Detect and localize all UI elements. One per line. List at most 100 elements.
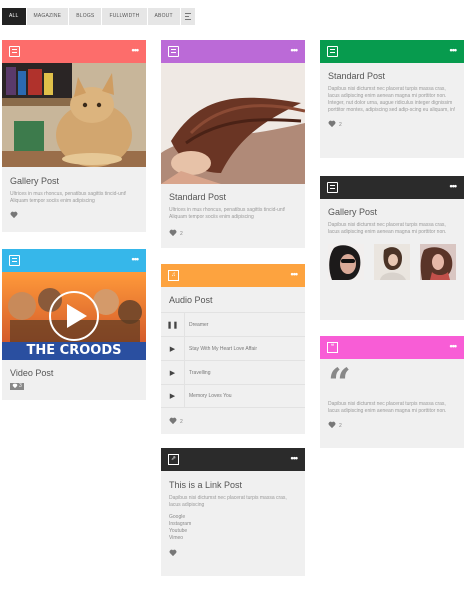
link-list: Google Instagram Youtube Vimeo [161,514,305,542]
post-title[interactable]: Standard Post [320,71,464,81]
filter-fullwidth[interactable]: Fullwidth [102,8,147,25]
heart-icon [12,384,17,389]
likes-badge[interactable]: 3 [10,383,24,390]
post-excerpt: Dapibus nisi dictumst nec placerat turpi… [328,86,447,99]
more-icon[interactable]: ••• [132,254,140,264]
standard-post-card[interactable]: ••• Standard Post Ultrices in mus rhoncu… [161,40,305,248]
pause-icon[interactable]: ❚❚ [161,313,185,336]
audio-post-card[interactable]: ♫ ••• Audio Post ❚❚ Dreamer ▶ Stay With … [161,264,305,434]
post-excerpt: Ultrices in mus rhoncus, penatibus sagit… [10,191,127,204]
post-meta: 2 [161,418,305,425]
music-icon: ♫ [168,270,179,281]
card-header: ••• [2,249,146,272]
more-icon[interactable]: ••• [132,45,140,55]
audio-track[interactable]: ▶ Memory Loves You [161,384,305,408]
standard-post-card[interactable]: ••• Standard Post Dapibus nisi dictumst … [320,40,464,158]
gallery-thumbnail[interactable] [374,244,410,280]
post-excerpt: Dapibus nisi dictumst nec placerat turpi… [328,222,447,235]
more-icon[interactable]: ••• [450,45,458,55]
audio-track[interactable]: ▶ Stay With My Heart Love Affair [161,336,305,360]
card-header: ⇗ ••• [161,448,305,471]
link-google[interactable]: Google [169,514,297,521]
audio-track[interactable]: ▶ Travelling [161,360,305,384]
post-meta: 2 [320,121,464,128]
link-icon: ⇗ [168,454,179,465]
menu-lines-icon[interactable] [180,8,195,25]
gallery-thumbnails [320,244,464,280]
likes-count: 3 [19,383,22,389]
post-title[interactable]: Standard Post [161,192,305,202]
track-name: Dreamer [189,321,209,328]
heart-icon[interactable] [328,422,335,429]
audio-track[interactable]: ❚❚ Dreamer [161,312,305,336]
gallery-post-card[interactable]: ••• Gallery Post Ultrices in mus rhoncus… [2,40,146,232]
more-icon[interactable]: ••• [291,269,299,279]
post-excerpt: Dapibus nisi dictumst nec placerat turpi… [328,401,447,414]
likes-count: 2 [180,418,183,425]
track-name: Stay With My Heart Love Affair [189,345,257,352]
quote-icon: ❝ [327,342,338,353]
card-header: ••• [320,40,464,63]
track-name: Memory Loves You [189,393,232,399]
post-meta [2,212,146,219]
document-icon [168,46,179,57]
gallery-post-card[interactable]: ••• Gallery Post Dapibus nisi dictumst n… [320,176,464,320]
link-post-card[interactable]: ⇗ ••• This is a Link Post Dapibus nisi d… [161,448,305,576]
post-title[interactable]: Video Post [2,368,146,378]
more-icon[interactable]: ••• [450,341,458,351]
cat-photo [2,63,146,167]
audio-playlist: ❚❚ Dreamer ▶ Stay With My Heart Love Aff… [161,312,305,408]
filter-about[interactable]: About [147,8,180,25]
card-header: ❝ ••• [320,336,464,359]
filter-blogs[interactable]: Blogs [69,8,102,25]
heart-icon[interactable] [10,212,17,219]
gallery-thumbnail[interactable] [420,244,456,280]
heart-icon[interactable] [169,230,176,237]
post-excerpt: Dapibus nisi dictumst nec placerat turpi… [169,495,287,508]
card-header: ••• [161,40,305,63]
post-title[interactable]: This is a Link Post [161,480,305,490]
card-header: ♫ ••• [161,264,305,287]
play-icon[interactable]: ▶ [161,384,185,408]
play-icon[interactable]: ▶ [161,337,185,360]
card-header: ••• [320,176,464,199]
post-meta [161,550,305,557]
link-youtube[interactable]: Youtube [169,528,297,535]
quote-mark-icon: “ [328,360,352,407]
more-icon[interactable]: ••• [291,45,299,55]
heart-icon[interactable] [328,121,335,128]
hair-photo [161,63,305,184]
post-excerpt-2: Integer, nut dolor urna, augue ridiculus… [328,100,456,113]
play-icon[interactable]: ▶ [161,361,185,384]
card-header: ••• [2,40,146,63]
filter-bar: All Magazine Blogs Fullwidth About [2,8,195,25]
gallery-thumbnail[interactable] [328,244,364,280]
likes-count: 2 [180,230,183,237]
quote-post-card[interactable]: ❝ ••• “ Dapibus nisi dictumst nec placer… [320,336,464,448]
post-title[interactable]: Gallery Post [2,176,146,186]
post-title[interactable]: Audio Post [161,295,305,305]
link-instagram[interactable]: Instagram [169,521,297,528]
video-poster-title: THE CROODS [26,343,122,358]
play-icon [9,255,20,266]
post-excerpt: Ultrices in mus rhoncus, penatibus sagit… [169,207,286,220]
video-post-card[interactable]: ••• THE CROODS Video Post 3 [2,249,146,400]
post-meta: 2 [320,422,464,429]
video-player[interactable]: THE CROODS [2,272,146,360]
post-meta: 2 [161,230,305,237]
more-icon[interactable]: ••• [450,181,458,191]
likes-count: 2 [339,121,342,128]
post-meta: 3 [2,383,146,390]
grid-icon [327,182,338,193]
more-icon[interactable]: ••• [291,453,299,463]
post-title[interactable]: Gallery Post [320,207,464,217]
filter-all[interactable]: All [2,8,26,25]
link-vimeo[interactable]: Vimeo [169,535,297,542]
image-icon [9,46,20,57]
likes-count: 2 [339,422,342,429]
heart-icon[interactable] [169,550,176,557]
heart-icon[interactable] [169,418,176,425]
track-name: Travelling [189,369,211,376]
document-icon [327,46,338,57]
filter-magazine[interactable]: Magazine [26,8,69,25]
